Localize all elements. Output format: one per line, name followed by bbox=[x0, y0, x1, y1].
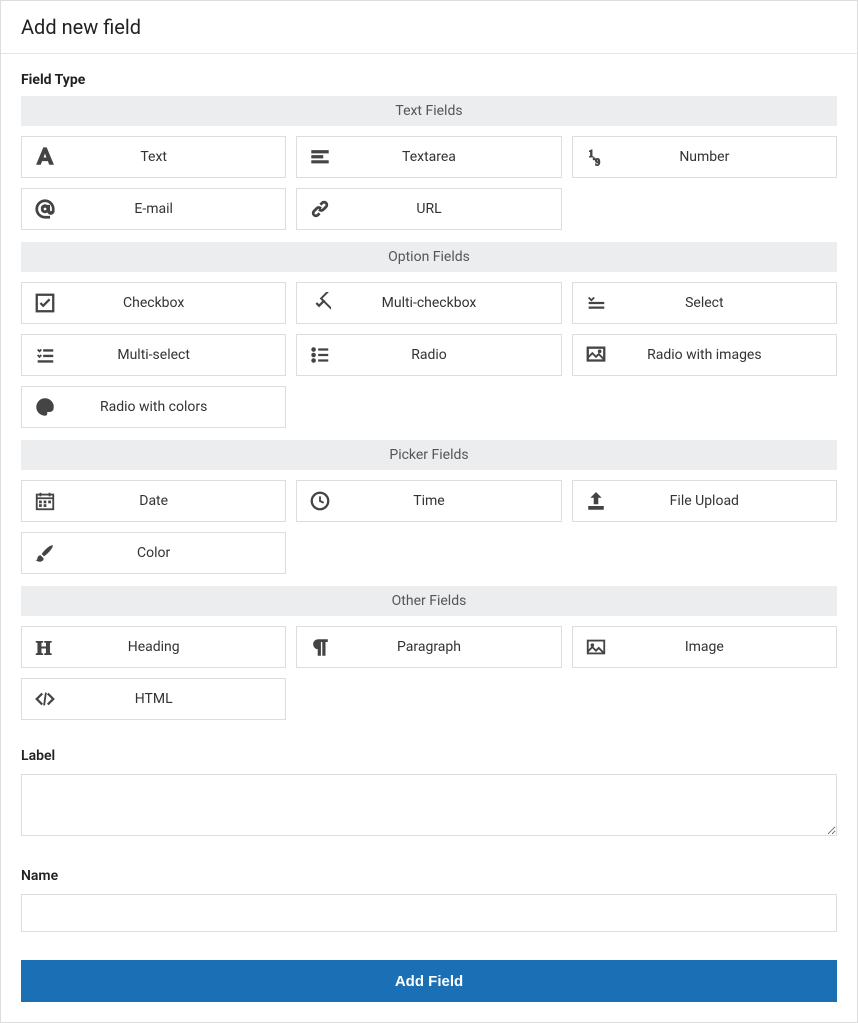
field-type-label: File Upload bbox=[619, 493, 836, 509]
field-type-label: Image bbox=[619, 639, 836, 655]
image-radio-icon bbox=[573, 344, 619, 366]
field-type-label: Color bbox=[68, 545, 285, 561]
upload-icon bbox=[573, 490, 619, 512]
field-type-label: Field Type bbox=[21, 72, 837, 88]
code-icon bbox=[22, 688, 68, 710]
field-type-label: Radio bbox=[343, 347, 560, 363]
field-type-label: Checkbox bbox=[68, 295, 285, 311]
panel-header: Add new field bbox=[1, 1, 857, 54]
checkbox-icon bbox=[22, 292, 68, 314]
at-icon bbox=[22, 198, 68, 220]
field-type-e-mail[interactable]: E-mail bbox=[21, 188, 286, 230]
group-header: Picker Fields bbox=[21, 440, 837, 470]
field-type-select[interactable]: Select bbox=[572, 282, 837, 324]
align-left-icon bbox=[297, 146, 343, 168]
radio-list-icon bbox=[297, 344, 343, 366]
field-grid: Heading Paragraph Image HTML bbox=[21, 626, 837, 720]
multi-select-icon bbox=[22, 344, 68, 366]
calendar-icon bbox=[22, 490, 68, 512]
field-type-time[interactable]: Time bbox=[296, 480, 561, 522]
name-input[interactable] bbox=[21, 894, 837, 932]
panel-title: Add new field bbox=[21, 15, 837, 39]
name-form-group: Name bbox=[21, 868, 837, 932]
label-field-label: Label bbox=[21, 748, 837, 764]
field-type-date[interactable]: Date bbox=[21, 480, 286, 522]
add-field-button[interactable]: Add Field bbox=[21, 960, 837, 1002]
field-type-label: E-mail bbox=[68, 201, 285, 217]
paragraph-icon bbox=[297, 636, 343, 658]
field-type-html[interactable]: HTML bbox=[21, 678, 286, 720]
field-type-checkbox[interactable]: Checkbox bbox=[21, 282, 286, 324]
field-type-radio-with-images[interactable]: Radio with images bbox=[572, 334, 837, 376]
field-type-heading[interactable]: Heading bbox=[21, 626, 286, 668]
field-grid: Text Textarea Number E-mail URL bbox=[21, 136, 837, 230]
field-grid: Date Time File Upload Color bbox=[21, 480, 837, 574]
field-type-label: Date bbox=[68, 493, 285, 509]
field-type-label: URL bbox=[343, 201, 560, 217]
field-type-label: HTML bbox=[68, 691, 285, 707]
group-header: Other Fields bbox=[21, 586, 837, 616]
number-icon bbox=[573, 146, 619, 168]
palette-icon bbox=[22, 396, 68, 418]
label-input[interactable] bbox=[21, 774, 837, 836]
link-icon bbox=[297, 198, 343, 220]
field-type-label: Heading bbox=[68, 639, 285, 655]
field-type-color[interactable]: Color bbox=[21, 532, 286, 574]
field-type-multi-checkbox[interactable]: Multi-checkbox bbox=[296, 282, 561, 324]
field-type-label: Time bbox=[343, 493, 560, 509]
field-type-label: Radio with colors bbox=[68, 399, 285, 415]
field-type-url[interactable]: URL bbox=[296, 188, 561, 230]
field-type-image[interactable]: Image bbox=[572, 626, 837, 668]
group-header: Text Fields bbox=[21, 96, 837, 126]
field-type-paragraph[interactable]: Paragraph bbox=[296, 626, 561, 668]
field-type-label: Radio with images bbox=[619, 347, 836, 363]
field-type-label: Paragraph bbox=[343, 639, 560, 655]
clock-icon bbox=[297, 490, 343, 512]
heading-icon bbox=[22, 636, 68, 658]
field-type-multi-select[interactable]: Multi-select bbox=[21, 334, 286, 376]
multi-checkbox-icon bbox=[297, 292, 343, 314]
field-type-textarea[interactable]: Textarea bbox=[296, 136, 561, 178]
field-type-radio[interactable]: Radio bbox=[296, 334, 561, 376]
add-field-panel: Add new field Field Type Text Fields Text… bbox=[0, 0, 858, 1023]
field-type-file-upload[interactable]: File Upload bbox=[572, 480, 837, 522]
field-type-label: Multi-checkbox bbox=[343, 295, 560, 311]
group-header: Option Fields bbox=[21, 242, 837, 272]
font-icon bbox=[22, 146, 68, 168]
field-type-text[interactable]: Text bbox=[21, 136, 286, 178]
brush-icon bbox=[22, 542, 68, 564]
field-type-label: Number bbox=[619, 149, 836, 165]
name-field-label: Name bbox=[21, 868, 837, 884]
field-grid: Checkbox Multi-checkbox Select Multi-select… bbox=[21, 282, 837, 428]
field-type-label: Select bbox=[619, 295, 836, 311]
field-type-label: Textarea bbox=[343, 149, 560, 165]
field-type-label: Multi-select bbox=[68, 347, 285, 363]
field-type-radio-with-colors[interactable]: Radio with colors bbox=[21, 386, 286, 428]
picture-icon bbox=[573, 636, 619, 658]
select-icon bbox=[573, 292, 619, 314]
field-type-label: Text bbox=[68, 149, 285, 165]
field-type-number[interactable]: Number bbox=[572, 136, 837, 178]
label-form-group: Label bbox=[21, 748, 837, 840]
